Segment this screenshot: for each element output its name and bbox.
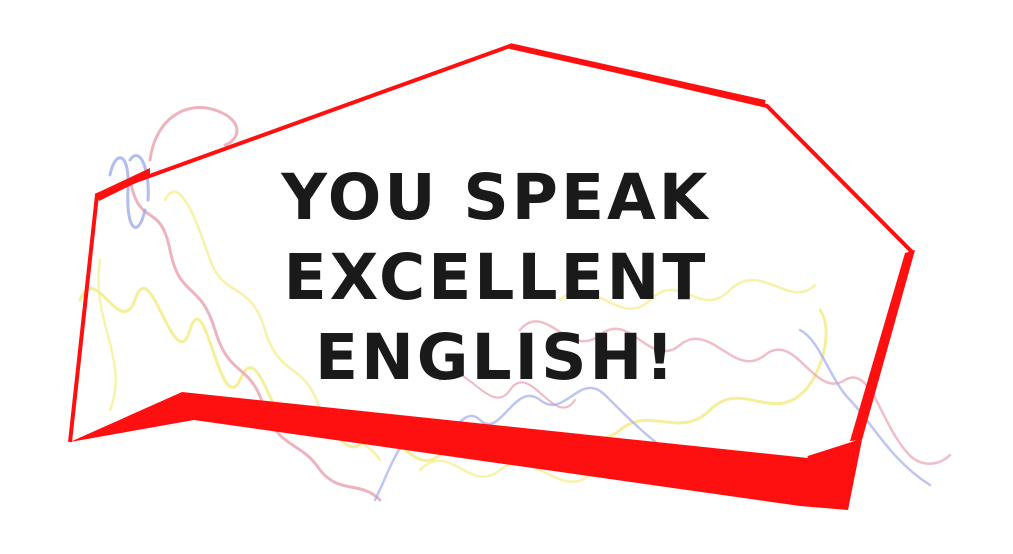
frame-bottom-band [70, 392, 862, 510]
headline-line-1: YOU SPEAK [281, 161, 711, 234]
headline-line-2: EXCELLENT [283, 241, 709, 314]
frame-top-right-bevel [509, 43, 766, 106]
headline: YOU SPEAK EXCELLENT ENGLISH! [186, 158, 806, 398]
speech-bubble-graphic: YOU SPEAK EXCELLENT ENGLISH! [0, 0, 1013, 550]
headline-line-3: ENGLISH! [315, 321, 677, 394]
